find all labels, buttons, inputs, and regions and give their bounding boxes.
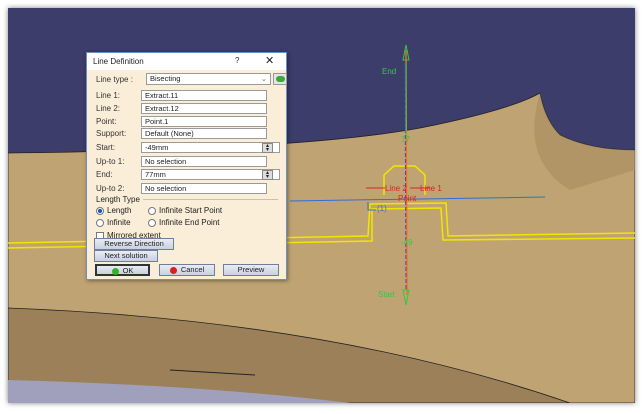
line1-label: Line 1: bbox=[96, 91, 121, 100]
upto1-field[interactable]: No selection bbox=[141, 156, 267, 167]
line2-label: Line 2 bbox=[385, 184, 407, 193]
line2-label: Line 2: bbox=[96, 104, 121, 113]
radio-label: Infinite End Point bbox=[159, 218, 220, 227]
radio-infinite[interactable]: Infinite bbox=[96, 218, 131, 227]
point-field[interactable]: Point.1 bbox=[141, 116, 267, 127]
line-type-options-button[interactable] bbox=[273, 73, 287, 85]
support-label: Support: bbox=[96, 129, 127, 138]
preview-button[interactable]: Preview bbox=[223, 264, 279, 276]
start-label: Start bbox=[378, 290, 395, 299]
start-spinner[interactable]: ▴ ▾ bbox=[262, 143, 273, 153]
line-type-label: Line type : bbox=[96, 74, 133, 84]
radio-label: Infinite bbox=[107, 218, 131, 227]
point-label: Point bbox=[398, 194, 417, 203]
dialog-title: Line Definition bbox=[93, 57, 144, 66]
radio-infinite-end[interactable]: Infinite End Point bbox=[148, 218, 219, 227]
line1-field[interactable]: Extract.11 bbox=[141, 90, 267, 101]
radio-icon bbox=[96, 206, 104, 215]
line1-label: Line 1 bbox=[420, 184, 442, 193]
start-label: Start: bbox=[96, 143, 116, 152]
start-value-label: -49 bbox=[401, 238, 413, 247]
point-label: Point: bbox=[96, 117, 117, 126]
cancel-button[interactable]: Cancel bbox=[159, 264, 215, 276]
support-field[interactable]: Default (None) bbox=[141, 128, 267, 139]
ok-label: OK bbox=[122, 266, 134, 275]
end-label: End: bbox=[96, 170, 113, 179]
green-icon bbox=[275, 76, 285, 82]
upto1-label: Up-to 1: bbox=[96, 157, 125, 166]
cancel-label: Cancel bbox=[180, 265, 205, 274]
end-value-label: 77 bbox=[401, 135, 410, 144]
dialog-title-bar[interactable]: Line Definition ? ✕ bbox=[87, 53, 286, 70]
chevron-down-icon: ⌄ bbox=[260, 74, 267, 83]
upto2-label: Up-to 2: bbox=[96, 184, 125, 193]
ok-icon bbox=[111, 267, 119, 275]
corner-label: (1) bbox=[377, 204, 387, 213]
radio-icon bbox=[96, 218, 104, 227]
length-type-label: Length Type bbox=[96, 195, 140, 204]
line2-field[interactable]: Extract.12 bbox=[141, 103, 267, 114]
cancel-icon bbox=[169, 266, 177, 274]
radio-length[interactable]: Length bbox=[96, 206, 131, 215]
radio-infinite-start[interactable]: Infinite Start Point bbox=[148, 206, 222, 215]
next-solution-button[interactable]: Next solution bbox=[94, 250, 158, 262]
close-button[interactable]: ✕ bbox=[265, 54, 274, 67]
end-label: End bbox=[382, 67, 397, 76]
line-definition-dialog: Line Definition ? ✕ Line type : Bisectin… bbox=[86, 52, 287, 280]
end-spinner[interactable]: ▴ ▾ bbox=[262, 170, 273, 180]
reverse-direction-button[interactable]: Reverse Direction bbox=[94, 238, 174, 250]
divider bbox=[142, 199, 278, 200]
ok-button[interactable]: OK bbox=[95, 264, 150, 276]
radio-icon bbox=[148, 218, 156, 227]
radio-label: Length bbox=[107, 206, 132, 215]
upto2-field[interactable]: No selection bbox=[141, 183, 267, 194]
radio-icon bbox=[148, 206, 156, 215]
line-type-select[interactable]: Bisecting ⌄ bbox=[146, 73, 271, 85]
radio-label: Infinite Start Point bbox=[159, 206, 223, 215]
help-button[interactable]: ? bbox=[235, 56, 239, 65]
start-field[interactable]: -49mm bbox=[141, 142, 280, 153]
end-field[interactable]: 77mm bbox=[141, 169, 280, 180]
line-type-value: Bisecting bbox=[150, 74, 181, 83]
